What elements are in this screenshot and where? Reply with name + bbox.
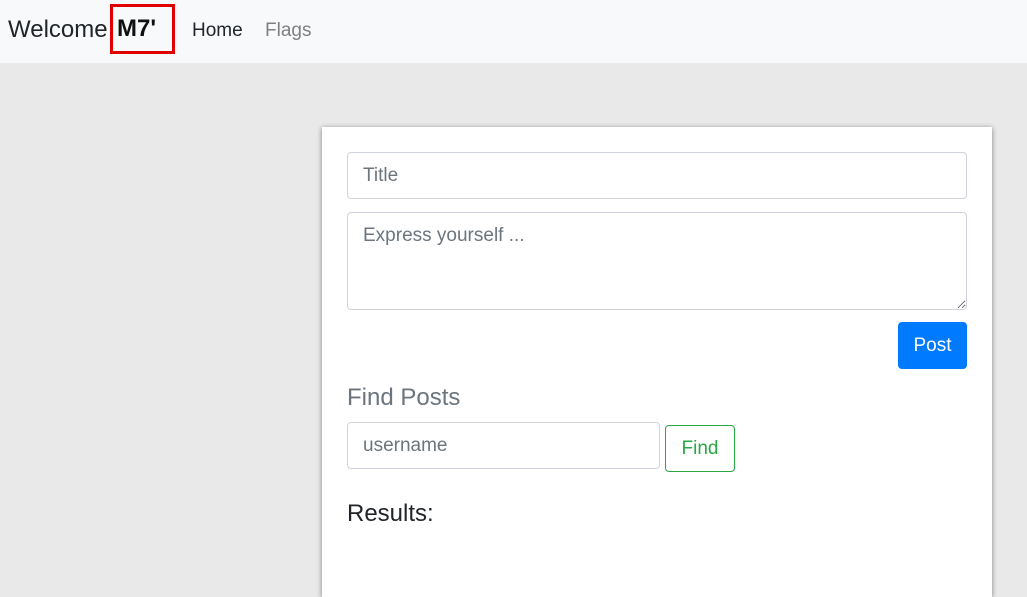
nav-link-home[interactable]: Home: [192, 19, 243, 43]
top-navbar: Welcome M7' Home Flags: [0, 0, 1027, 64]
results-heading: Results:: [347, 500, 434, 527]
title-input[interactable]: [347, 152, 967, 199]
post-button[interactable]: Post: [898, 322, 967, 369]
nav-link-flags[interactable]: Flags: [265, 19, 311, 43]
brand-username-highlighted: M7': [110, 4, 175, 54]
find-button[interactable]: Find: [665, 425, 735, 472]
username-search-input[interactable]: [347, 422, 660, 469]
brand-welcome-text: Welcome: [8, 16, 108, 43]
post-card: Post Find Posts Find Results:: [322, 127, 992, 597]
post-body-textarea[interactable]: [347, 212, 967, 310]
find-posts-heading: Find Posts: [347, 384, 461, 411]
